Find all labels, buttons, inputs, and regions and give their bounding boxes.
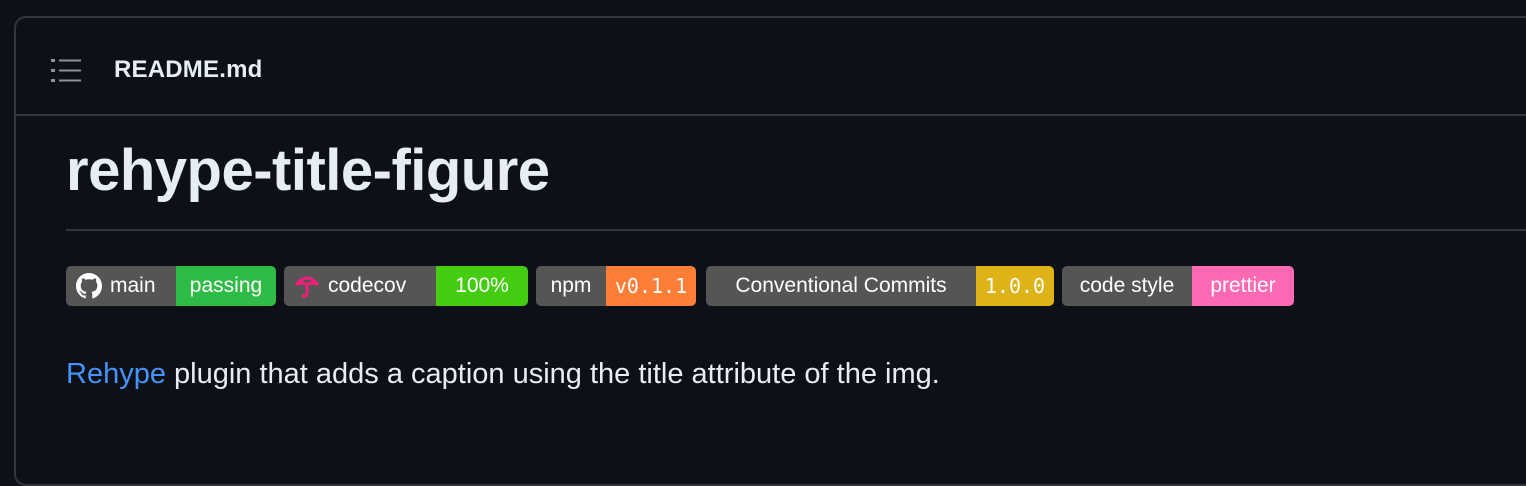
badge-workflow-main[interactable]: main passing xyxy=(66,266,276,306)
badge-codecov[interactable]: codecov 100% xyxy=(284,266,528,306)
badge-label: codecov xyxy=(328,274,407,297)
badge-code-style[interactable]: code style prettier xyxy=(1062,266,1294,306)
badge-value: v0.1.1 xyxy=(606,266,696,306)
readme-title: rehype-title-figure xyxy=(66,138,550,203)
badge-value: prettier xyxy=(1192,266,1294,306)
badge-conventional-commits[interactable]: Conventional Commits 1.0.0 xyxy=(706,266,1054,306)
description-text: plugin that adds a caption using the tit… xyxy=(165,358,940,390)
badge-label: main xyxy=(110,274,156,297)
github-icon xyxy=(76,273,102,299)
badge-npm[interactable]: npm v0.1.1 xyxy=(536,266,696,306)
rehype-link[interactable]: Rehype xyxy=(66,358,166,390)
codecov-umbrella-icon xyxy=(294,276,320,298)
badge-label: Conventional Commits xyxy=(735,274,947,297)
readme-panel: README.md xyxy=(14,16,1526,486)
badge-label: code style xyxy=(1079,274,1175,297)
badge-value: 100% xyxy=(436,266,528,306)
badge-value: passing xyxy=(176,266,276,306)
readme-description: Rehype plugin that adds a caption using … xyxy=(66,354,940,394)
title-divider xyxy=(66,229,1526,231)
badge-value: 1.0.0 xyxy=(976,266,1054,306)
file-name[interactable]: README.md xyxy=(114,54,262,86)
readme-header: README.md xyxy=(16,18,1526,116)
list-unordered-icon[interactable] xyxy=(51,58,81,84)
badge-label: npm xyxy=(550,274,592,297)
